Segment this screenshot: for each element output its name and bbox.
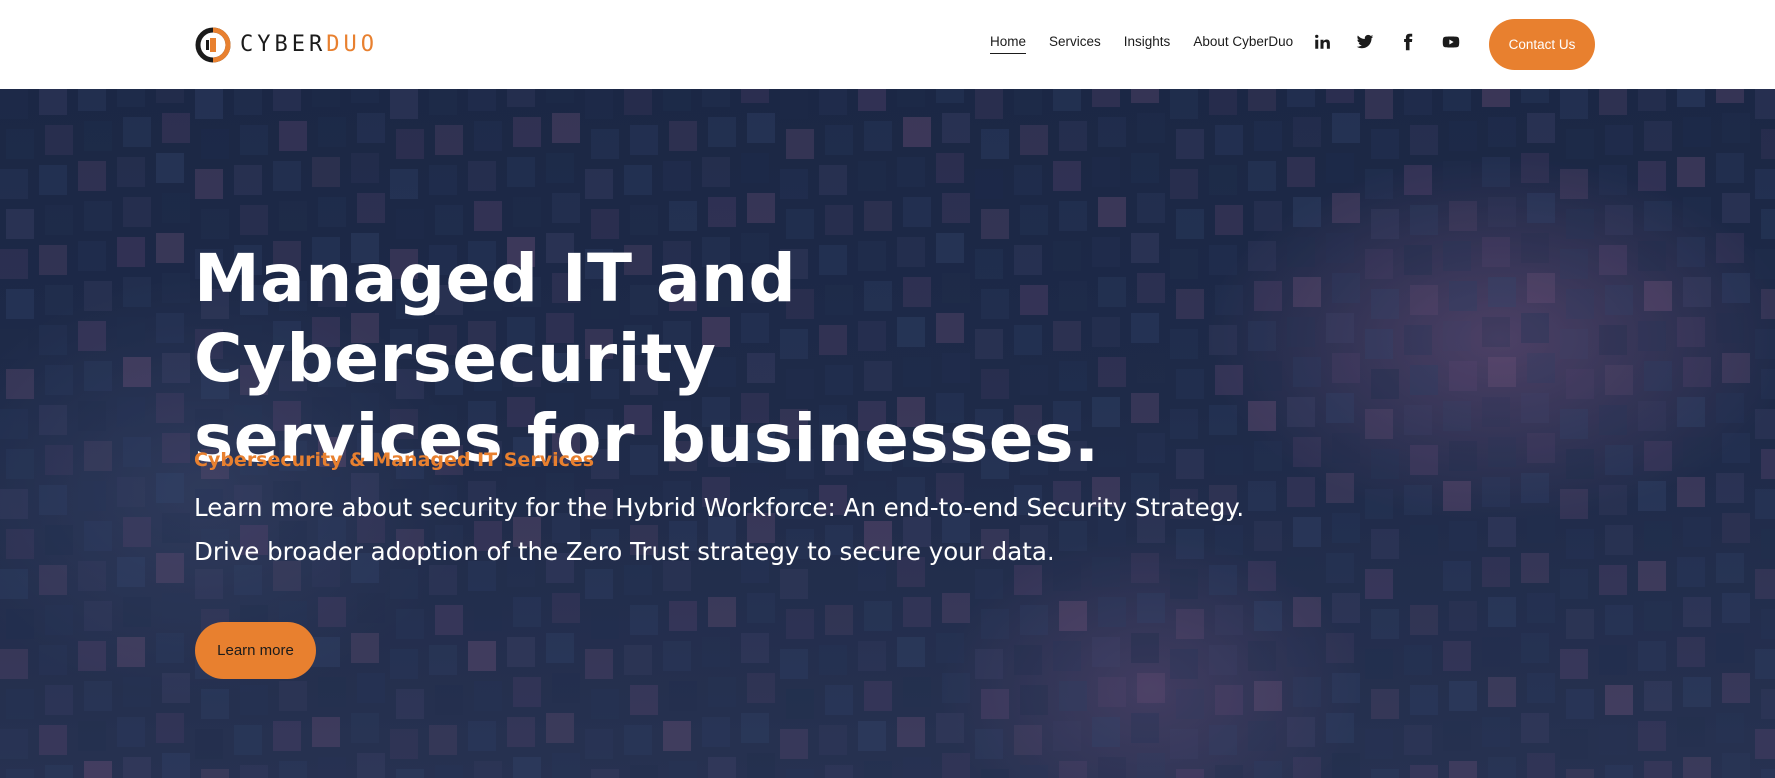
nav-insights[interactable]: Insights bbox=[1124, 34, 1171, 54]
social-links bbox=[1310, 30, 1482, 54]
hero-subtitle: Cybersecurity & Managed IT Services bbox=[194, 449, 595, 471]
hero-section: Managed IT and Cybersecurity services for… bbox=[0, 89, 1775, 778]
twitter-icon[interactable] bbox=[1353, 30, 1377, 54]
facebook-icon[interactable] bbox=[1396, 30, 1420, 54]
contact-us-button[interactable]: Contact Us bbox=[1489, 19, 1595, 70]
site-header: CYBERDUO Home Services Insights About Cy… bbox=[0, 0, 1775, 89]
logo-text-dark: CYBER bbox=[240, 32, 327, 57]
hero-description-line2: Drive broader adoption of the Zero Trust… bbox=[194, 537, 1055, 566]
hero-description-line1: Learn more about security for the Hybrid… bbox=[194, 493, 1245, 522]
logo-mark-icon bbox=[195, 27, 231, 63]
logo-text: CYBERDUO bbox=[240, 34, 378, 56]
nav-home[interactable]: Home bbox=[990, 34, 1027, 54]
logo-text-accent: DUO bbox=[326, 32, 378, 57]
main-nav: Home Services Insights About CyberDuo bbox=[990, 34, 1316, 54]
learn-more-button[interactable]: Learn more bbox=[195, 622, 316, 679]
youtube-icon[interactable] bbox=[1439, 30, 1463, 54]
hero-title-line1: Managed IT and Cybersecurity bbox=[194, 240, 797, 397]
logo[interactable]: CYBERDUO bbox=[194, 26, 378, 64]
nav-about-cyberduo[interactable]: About CyberDuo bbox=[1193, 34, 1293, 54]
linkedin-icon[interactable] bbox=[1310, 30, 1334, 54]
nav-services[interactable]: Services bbox=[1049, 34, 1101, 54]
hero-title: Managed IT and Cybersecurity services for… bbox=[194, 239, 1294, 479]
